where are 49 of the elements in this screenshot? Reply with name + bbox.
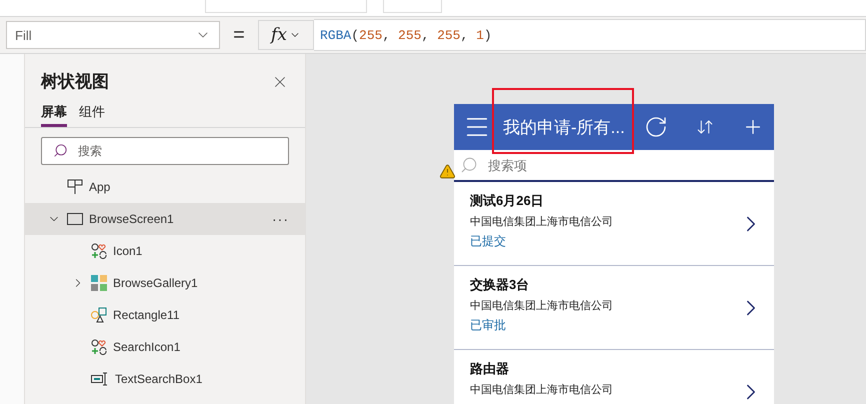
tab[interactable]: 屏幕 — [41, 103, 67, 127]
tree-item[interactable]: App — [25, 171, 305, 203]
gallery-icon — [91, 275, 107, 291]
tree-item[interactable]: Rectangle11 — [25, 299, 305, 331]
search-icon — [460, 156, 478, 174]
toolbar-field[interactable] — [383, 0, 442, 13]
search-field[interactable]: 搜索 — [41, 137, 289, 165]
list-item[interactable]: 路由器 中国电信集团上海市电信公司 — [454, 350, 774, 404]
property-dropdown[interactable]: Fill — [6, 21, 220, 49]
tree-item[interactable]: TextSearchBox1 — [25, 363, 305, 395]
list-item[interactable]: 交换器3台 中国电信集团上海市电信公司 已审批 — [454, 266, 774, 350]
screen-icon — [67, 213, 83, 225]
item-title: 测试6月26日 — [470, 192, 545, 210]
search-icon — [53, 143, 68, 158]
tree-item-label: Rectangle11 — [113, 308, 180, 322]
app-icon — [67, 179, 83, 195]
item-status: 已审批 — [470, 317, 507, 334]
icons-set-icon — [91, 243, 107, 259]
tree-item-label: BrowseGallery1 — [113, 276, 199, 290]
item-subtitle: 中国电信集团上海市电信公司 — [470, 382, 614, 397]
tree-item[interactable]: Icon1 — [25, 235, 305, 267]
tree-item-label: App — [89, 180, 112, 194]
shapes-icon — [91, 307, 107, 323]
tree-item[interactable]: BrowseGallery1 — [25, 267, 305, 299]
panel-title: 树状视图 — [41, 71, 109, 93]
tree-item-label: SearchIcon1 — [113, 340, 182, 354]
formula-field[interactable]: RGBA(255, 255, 255, 1) — [314, 19, 866, 51]
tab[interactable]: 组件 — [79, 103, 105, 127]
toolbar-field[interactable] — [205, 0, 367, 13]
item-subtitle: 中国电信集团上海市电信公司 — [470, 298, 614, 313]
app-title: 我的申请-所有... — [503, 116, 626, 138]
text-input-icon — [91, 372, 109, 386]
sort-icon[interactable] — [696, 118, 714, 136]
fx-button[interactable]: fx — [258, 20, 314, 50]
tree-item-label: Icon1 — [113, 244, 144, 258]
tree-item-label: TextSearchBox1 — [115, 372, 204, 386]
tree-item-label: BrowseScreen1 — [89, 212, 175, 226]
item-status: 已提交 — [470, 233, 507, 250]
tree-item[interactable]: SearchIcon1 — [25, 331, 305, 363]
item-subtitle: 中国电信集团上海市电信公司 — [470, 214, 614, 229]
warning-icon — [439, 163, 456, 180]
refresh-icon[interactable] — [644, 115, 668, 139]
more-options-button[interactable]: ··· — [272, 211, 289, 227]
equals-sign: = — [232, 24, 246, 46]
tree-item[interactable]: BrowseScreen1 ··· — [25, 203, 305, 235]
item-title: 路由器 — [470, 360, 510, 378]
item-title: 交换器3台 — [470, 276, 530, 294]
list-item[interactable]: 测试6月26日 中国电信集团上海市电信公司 已提交 — [454, 182, 774, 266]
icons-set-icon — [91, 339, 107, 355]
